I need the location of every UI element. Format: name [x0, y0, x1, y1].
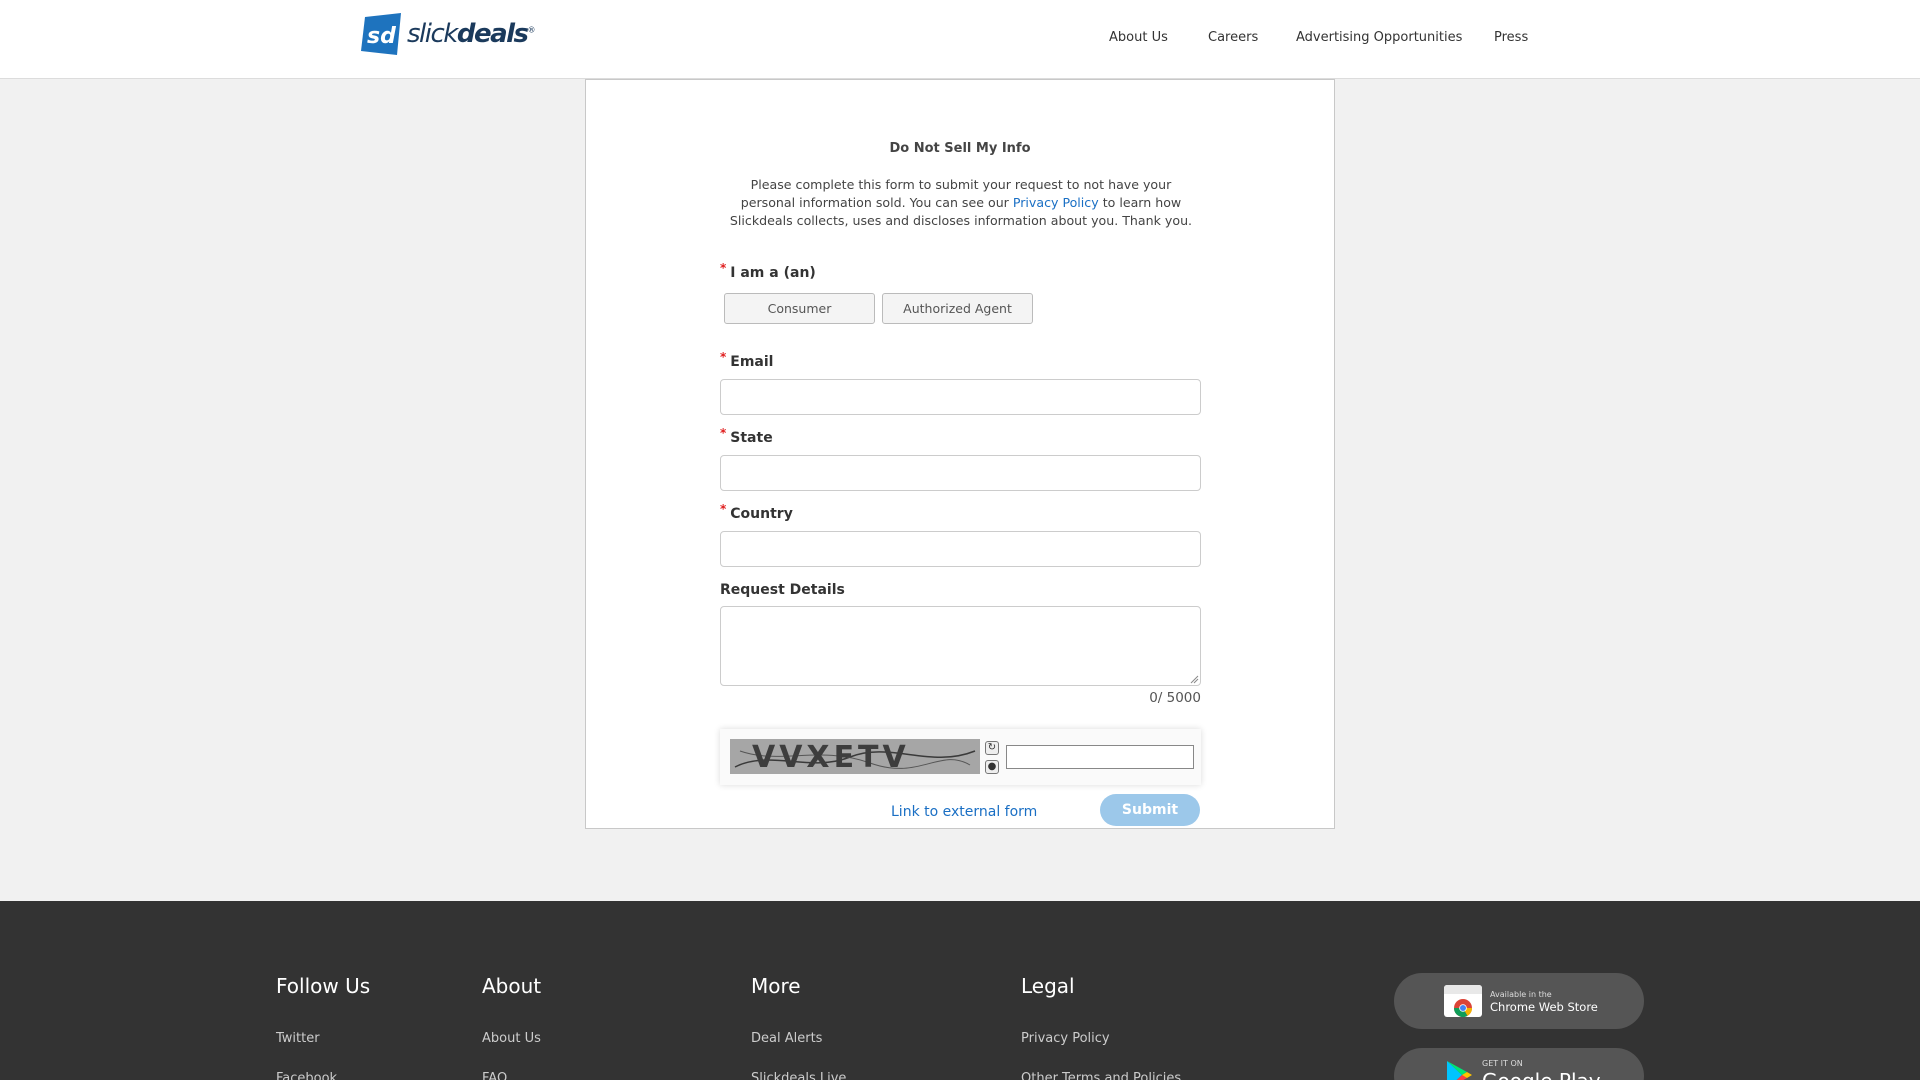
nav-press[interactable]: Press	[1494, 30, 1528, 45]
footer-about-title: About	[482, 974, 542, 998]
footer-link-faq[interactable]: FAQ	[482, 1071, 507, 1080]
country-field[interactable]	[720, 531, 1201, 567]
footer-link-deal-alerts[interactable]: Deal Alerts	[751, 1031, 822, 1046]
google-play-icon	[1447, 1061, 1472, 1080]
logo-word-bold: deals	[456, 19, 529, 49]
nav-careers[interactable]: Careers	[1208, 30, 1258, 45]
iam-label: * I am a (an)	[720, 261, 816, 281]
logo-word-thin: slick	[407, 19, 458, 49]
email-label: * Email	[720, 350, 774, 370]
external-form-link[interactable]: Link to external form	[891, 804, 1037, 820]
chrome-store-big-text: Chrome Web Store	[1490, 1000, 1598, 1014]
logo-registered-mark: ®	[527, 25, 536, 35]
footer-link-twitter[interactable]: Twitter	[276, 1031, 320, 1046]
submit-button[interactable]: Submit	[1100, 794, 1200, 826]
footer-follow-us-title: Follow Us	[276, 974, 371, 998]
site-footer: Follow Us Twitter Facebook About About U…	[0, 901, 1920, 1080]
svg-text:sd: sd	[367, 24, 396, 49]
iam-label-text: I am a (an)	[730, 265, 816, 281]
captcha-audio-icon[interactable]: ●	[985, 760, 999, 774]
nav-advertising-opportunities[interactable]: Advertising Opportunities	[1296, 30, 1462, 45]
form-intro: Please complete this form to submit your…	[726, 176, 1196, 230]
required-asterisk: *	[720, 502, 727, 516]
country-label: * Country	[720, 502, 793, 522]
state-label-text: State	[730, 430, 773, 446]
consumer-option-button[interactable]: Consumer	[724, 293, 875, 324]
email-field[interactable]	[720, 379, 1201, 415]
chrome-web-store-button[interactable]: Available in the Chrome Web Store	[1394, 973, 1644, 1029]
captcha-widget: VVXETV ↻ ●	[720, 729, 1201, 785]
chrome-store-icon	[1444, 985, 1482, 1017]
google-play-big-text: Google Play	[1482, 1070, 1601, 1080]
logo-wordmark: slickdeals®	[407, 19, 536, 49]
slickdeals-logo[interactable]: sd slickdeals®	[359, 11, 536, 57]
footer-link-other-terms[interactable]: Other Terms and Policies	[1021, 1071, 1181, 1080]
captcha-input[interactable]	[1006, 745, 1194, 769]
captcha-text: VVXETV	[752, 740, 910, 774]
required-asterisk: *	[720, 426, 727, 440]
footer-link-about-us[interactable]: About Us	[482, 1031, 541, 1046]
email-label-text: Email	[730, 354, 774, 370]
nav-about-us[interactable]: About Us	[1109, 30, 1168, 45]
required-asterisk: *	[720, 350, 727, 364]
site-header: sd slickdeals® About Us Careers Advertis…	[0, 0, 1920, 79]
required-asterisk: *	[720, 261, 727, 275]
footer-legal-title: Legal	[1021, 974, 1075, 998]
footer-link-privacy-policy[interactable]: Privacy Policy	[1021, 1031, 1110, 1046]
captcha-refresh-icon[interactable]: ↻	[985, 741, 999, 755]
request-details-label: Request Details	[720, 582, 845, 598]
captcha-image: VVXETV	[730, 739, 980, 774]
footer-more-title: More	[751, 974, 801, 998]
resize-grip-icon[interactable]	[1190, 675, 1199, 684]
authorized-agent-option-button[interactable]: Authorized Agent	[882, 293, 1033, 324]
captcha-distortion-lines: VVXETV	[734, 740, 976, 774]
state-field[interactable]	[720, 455, 1201, 491]
google-play-button[interactable]: GET IT ON Google Play	[1394, 1048, 1644, 1080]
slickdeals-logo-icon: sd	[361, 13, 401, 55]
form-title: Do Not Sell My Info	[889, 141, 1031, 156]
footer-link-facebook[interactable]: Facebook	[276, 1071, 337, 1080]
request-details-textarea[interactable]	[720, 606, 1201, 686]
country-label-text: Country	[730, 506, 793, 522]
do-not-sell-form-card: Do Not Sell My Info Please complete this…	[585, 79, 1335, 829]
footer-link-slickdeals-live[interactable]: Slickdeals Live	[751, 1071, 846, 1080]
state-label: * State	[720, 426, 773, 446]
privacy-policy-link[interactable]: Privacy Policy	[1013, 195, 1099, 210]
character-counter: 0/ 5000	[1149, 690, 1201, 706]
